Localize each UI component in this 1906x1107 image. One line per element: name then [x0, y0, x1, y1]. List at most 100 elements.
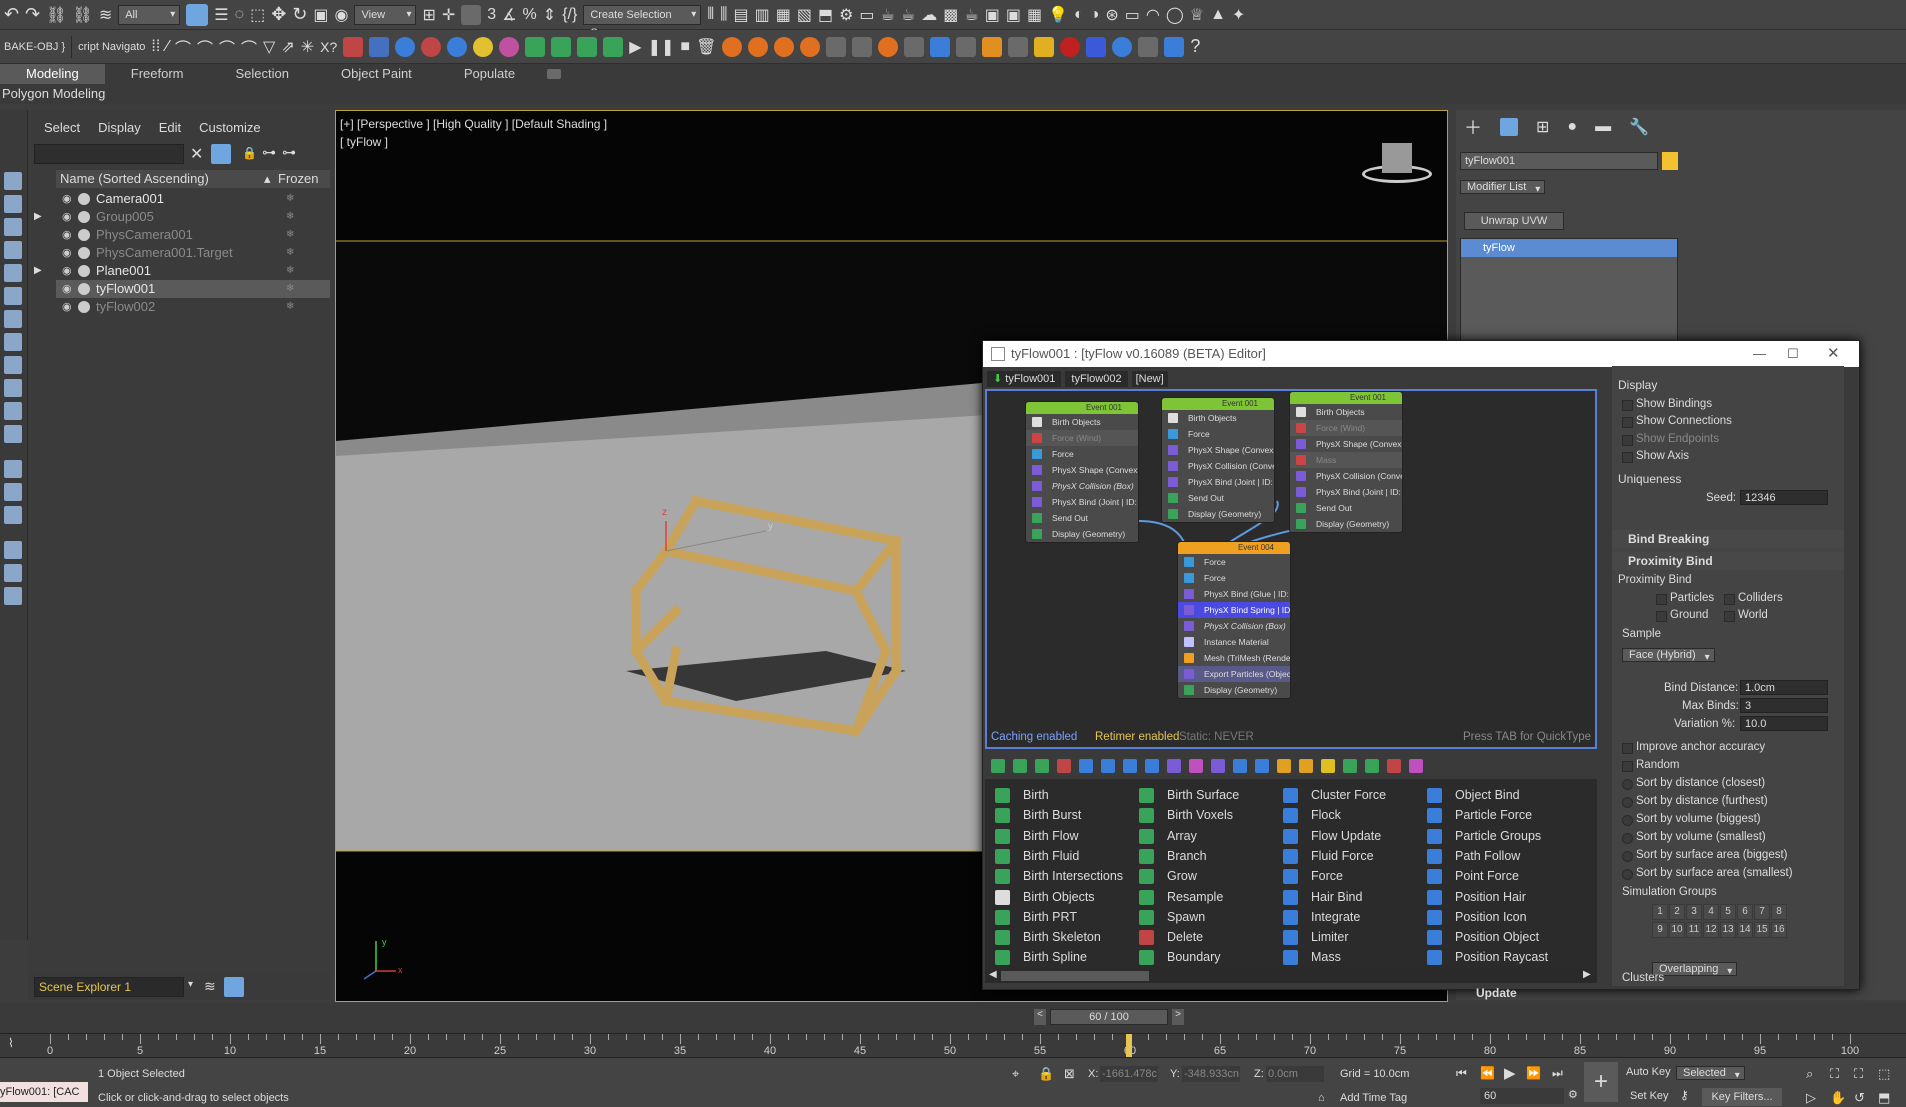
orange-icon[interactable]	[982, 36, 1003, 57]
node-operator[interactable]: Force (Wind)	[1290, 420, 1402, 436]
filter-lights-icon[interactable]	[4, 218, 22, 236]
scroll-right-icon[interactable]: ▶	[1583, 969, 1591, 980]
show-bindings-checkbox[interactable]: Show Bindings	[1622, 398, 1712, 411]
help-icon[interactable]: ?	[1190, 36, 1200, 57]
tab-object-paint[interactable]: Object Paint	[315, 64, 438, 84]
visibility-eye-icon[interactable]: ◉	[62, 208, 72, 226]
green-move-icon[interactable]	[525, 36, 546, 57]
render-production-icon[interactable]: ☕	[881, 5, 895, 25]
cat-icon-3[interactable]	[1035, 759, 1049, 773]
operator-item[interactable]: Integrate	[1273, 907, 1360, 927]
cat-icon-13[interactable]	[1255, 759, 1269, 773]
operator-item[interactable]: Birth Burst	[985, 805, 1081, 825]
tab-tyflow001[interactable]: ⬇ tyFlow001	[987, 371, 1062, 387]
tab-tyflow002[interactable]: tyFlow002	[1065, 371, 1128, 387]
operator-item[interactable]: Position Icon	[1417, 907, 1527, 927]
visibility-eye-icon[interactable]: ◉	[62, 298, 72, 316]
unlink-icon[interactable]: ⛓	[73, 5, 93, 25]
ribbon-subtitle[interactable]: Polygon Modeling	[0, 86, 105, 101]
sort-option-radio[interactable]: Sort by surface area (biggest)	[1622, 849, 1788, 862]
grid-render-icon[interactable]: ▦	[1027, 5, 1042, 25]
modify-tab-icon[interactable]	[1500, 118, 1518, 136]
event-node[interactable]: Event 004 Force Force PhysX Bind (Glue | ID…	[1177, 541, 1291, 699]
cone-light-icon[interactable]: ▲	[1210, 6, 1226, 24]
explorer-row[interactable]: ▶ ◉ Group005 ❄	[34, 208, 330, 226]
maximize-icon[interactable]: ☐	[1787, 341, 1799, 367]
key-mode-dropdown[interactable]: Selected	[1676, 1066, 1745, 1080]
mirror-icon[interactable]: ⫴	[707, 6, 714, 24]
green-arrow-icon[interactable]	[551, 36, 572, 57]
selection-filter-dropdown[interactable]: All	[118, 4, 181, 25]
explorer-row[interactable]: ◉ PhysCamera001 ❄	[56, 226, 330, 244]
visibility-eye-icon[interactable]: ◉	[62, 262, 72, 280]
node-operator[interactable]: Export Particles (Objects)	[1178, 666, 1290, 682]
explorer-name-dropdown[interactable]: Scene Explorer 1	[34, 977, 184, 997]
select-path-icon[interactable]: ▽	[263, 37, 275, 57]
sort-option-radio[interactable]: Sort by distance (furthest)	[1622, 795, 1768, 808]
goto-start-icon[interactable]: ⏮	[1456, 1066, 1467, 1081]
sim-group-button[interactable]: 10	[1669, 922, 1685, 938]
operator-item[interactable]: Birth Intersections	[985, 866, 1123, 886]
random-checkbox[interactable]: Random	[1622, 759, 1679, 772]
menu-edit[interactable]: Edit	[159, 120, 181, 135]
set-key-button[interactable]: Set Key	[1630, 1090, 1669, 1102]
select-manipulate-icon[interactable]: ✛	[442, 5, 455, 25]
ground-checkbox[interactable]: Ground	[1656, 609, 1708, 622]
frozen-icon[interactable]: ❄	[286, 262, 294, 280]
prev-frame-icon[interactable]: ⏪	[1480, 1066, 1495, 1080]
node-operator[interactable]: Display (Geometry)	[1162, 506, 1274, 522]
named-selection-dropdown[interactable]: Create Selection Se	[583, 4, 702, 39]
operator-item[interactable]: Birth PRT	[985, 907, 1077, 927]
track-toggle-icon[interactable]: ⌇	[8, 1036, 14, 1050]
cat-icon-20[interactable]	[1409, 759, 1423, 773]
object-color-swatch[interactable]	[1662, 152, 1678, 170]
play-animation-icon[interactable]: ▶	[1504, 1064, 1516, 1082]
cat-icon-14[interactable]	[1277, 759, 1291, 773]
pause-icon[interactable]: ❚❚	[648, 37, 675, 57]
cat-icon-12[interactable]	[1233, 759, 1247, 773]
operator-item[interactable]: Flock	[1273, 805, 1341, 825]
filter-lock-icon[interactable]	[4, 587, 22, 605]
time-config-icon[interactable]: ⚙	[1568, 1088, 1578, 1101]
rendered-frame-icon[interactable]: ▭	[859, 5, 874, 25]
fire-icon-1[interactable]	[722, 36, 743, 57]
col-frozen-header[interactable]: Frozen	[278, 170, 318, 188]
arrow-path-icon[interactable]: ⇗	[281, 37, 294, 57]
snap-grid-icon[interactable]: ⁞⁞	[151, 38, 160, 56]
cat-icon-19[interactable]	[1387, 759, 1401, 773]
operator-item[interactable]: Birth Spline	[985, 947, 1087, 967]
operator-item[interactable]: Birth Objects	[985, 887, 1095, 907]
sim-group-button[interactable]: 5	[1720, 904, 1736, 920]
current-frame-field[interactable]: 60	[1480, 1088, 1564, 1104]
bind-distance-spinner[interactable]: 1.0cm	[1740, 680, 1828, 695]
cat-icon-18[interactable]	[1365, 759, 1379, 773]
bind-spacewarp-icon[interactable]: ≋	[99, 5, 112, 25]
cat-icon-1[interactable]	[991, 759, 1005, 773]
tool-icon-6[interactable]	[1138, 36, 1159, 57]
frozen-icon[interactable]: ❄	[286, 244, 294, 262]
isolate-icon[interactable]: ⌖	[1012, 1066, 1019, 1082]
flow-canvas[interactable]: Event 001 Birth Objects Force (Wind) Force P…	[985, 389, 1597, 749]
filter-xrefs-icon[interactable]	[4, 333, 22, 351]
ribbon-options-icon[interactable]	[547, 69, 562, 79]
tool-icon-2[interactable]	[852, 36, 873, 57]
menu-select[interactable]: Select	[44, 120, 80, 135]
variation-spinner[interactable]: 10.0	[1740, 716, 1828, 731]
track-bar[interactable]: ⌇ 05101520253035404550556065707580859095…	[0, 1033, 1906, 1058]
operator-item[interactable]: Resample	[1129, 887, 1223, 907]
sparkle-icon[interactable]: ✳	[301, 37, 314, 57]
hierarchy-tab-icon[interactable]: ⊞	[1536, 117, 1549, 137]
select-object-icon[interactable]	[186, 3, 209, 26]
cat-icon-16[interactable]	[1321, 759, 1335, 773]
node-operator[interactable]: Send Out	[1162, 490, 1274, 506]
pan-icon[interactable]: ✋	[1830, 1090, 1846, 1106]
node-operator[interactable]: PhysX Collision (Convex)	[1290, 468, 1402, 484]
show-endpoints-checkbox[interactable]: Show Endpoints	[1622, 433, 1719, 446]
selection-lock-icon[interactable]: 🔒	[1038, 1066, 1054, 1082]
tab-new[interactable]: [New]	[1131, 371, 1168, 387]
operator-item[interactable]: Force	[1273, 866, 1343, 886]
node-operator[interactable]: Birth Objects	[1162, 410, 1274, 426]
sphere-light-icon[interactable]: ◯	[1166, 5, 1184, 25]
node-operator[interactable]: PhysX Collision (Box)	[1178, 618, 1290, 634]
overlap-dropdown[interactable]: Overlapping	[1652, 962, 1738, 976]
